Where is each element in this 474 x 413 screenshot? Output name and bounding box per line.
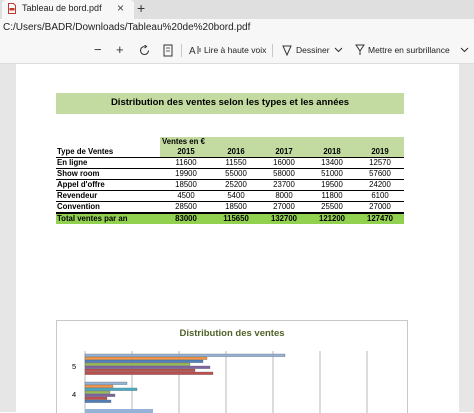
bar-category-4-5 <box>84 396 108 400</box>
browser-tab-bar: Tableau de bord.pdf × + <box>0 0 474 19</box>
bar-category-4-4 <box>84 393 116 397</box>
cell: 13400 <box>308 157 356 169</box>
y-tick-label: 5 <box>72 362 77 371</box>
total-cell: 115650 <box>212 212 260 224</box>
year-header: 2019 <box>356 147 404 158</box>
total-cell: 121200 <box>308 212 356 224</box>
browser-tab[interactable]: Tableau de bord.pdf × <box>2 0 134 19</box>
table-row: Revendeur 4500 5400 8000 11800 6100 <box>56 190 404 202</box>
table-row: Convention 28500 18500 27000 25500 27000 <box>56 201 404 214</box>
highlight-icon[interactable] <box>355 44 365 56</box>
year-header: 2017 <box>260 147 308 158</box>
sales-table: Ventes en € Type de Ventes 2015 2016 201… <box>56 137 404 224</box>
row-label: Show room <box>56 168 160 180</box>
bar-category-4-0 <box>84 381 128 385</box>
year-header: 2018 <box>308 147 356 158</box>
chevron-down-icon[interactable] <box>460 47 469 53</box>
total-cell: 127470 <box>356 212 404 224</box>
read-aloud-button[interactable]: Lire à haute voix <box>204 45 266 55</box>
cell: 27000 <box>356 201 404 214</box>
cell: 11600 <box>160 157 212 169</box>
row-label: Convention <box>56 201 160 214</box>
cell: 6100 <box>356 190 404 202</box>
cell: 57600 <box>356 168 404 180</box>
fit-page-icon[interactable] <box>162 44 174 57</box>
bar-category-4-2 <box>84 387 138 391</box>
cell: 16000 <box>260 157 308 169</box>
new-tab-button[interactable]: + <box>137 0 145 17</box>
cell: 24200 <box>356 179 404 191</box>
highlight-button[interactable]: Mettre en surbrillance <box>368 45 450 55</box>
cell: 12570 <box>356 157 404 169</box>
table-year-row: Type de Ventes 2015 2016 2017 2018 2019 <box>56 147 404 158</box>
cell: 25200 <box>212 179 260 191</box>
cell: 8000 <box>260 190 308 202</box>
unit-header: Ventes en € <box>160 137 212 147</box>
table-row: En ligne 11600 11550 16000 13400 12570 <box>56 157 404 169</box>
document-title: Distribution des ventes selon les types … <box>110 97 350 108</box>
bar-category-5-2 <box>84 359 204 363</box>
cell: 19500 <box>308 179 356 191</box>
bar-category-5-5 <box>84 368 196 372</box>
cell: 18500 <box>160 179 212 191</box>
chart-plot <box>84 351 368 413</box>
bar-category-5-3 <box>84 362 191 366</box>
bar-category-5-0 <box>84 353 286 357</box>
table-header-row: Ventes en € <box>56 137 404 147</box>
tab-title: Tableau de bord.pdf <box>22 3 102 13</box>
draw-button[interactable]: Dessiner <box>296 45 330 55</box>
cell: 11800 <box>308 190 356 202</box>
bar-category-4-1 <box>84 384 114 388</box>
toolbar-divider <box>272 44 273 57</box>
cell: 11550 <box>212 157 260 169</box>
table-row: Show room 19900 55000 58000 51000 57600 <box>56 168 404 180</box>
svg-text:A: A <box>189 46 196 56</box>
bar-category-4-3 <box>84 390 111 394</box>
y-tick-label: 4 <box>72 390 77 399</box>
zoom-in-icon[interactable]: + <box>116 42 124 58</box>
draw-icon[interactable] <box>282 45 292 56</box>
table-row: Appel d'offre 18500 25200 23700 19500 24… <box>56 179 404 191</box>
total-cell: 132700 <box>260 212 308 224</box>
bar-category-5-6 <box>84 371 214 375</box>
pdf-file-icon <box>8 3 16 14</box>
cell: 58000 <box>260 168 308 180</box>
cell: 27000 <box>260 201 308 214</box>
bar-category-4-6 <box>84 399 112 403</box>
table-total-row: Total ventes par an 83000 115650 132700 … <box>56 212 404 224</box>
cell: 18500 <box>212 201 260 214</box>
cell: 23700 <box>260 179 308 191</box>
year-header: 2016 <box>212 147 260 158</box>
address-bar[interactable]: C:/Users/BADR/Downloads/Tableau%20de%20b… <box>0 19 474 38</box>
cell: 28500 <box>160 201 212 214</box>
cell: 51000 <box>308 168 356 180</box>
chevron-down-icon[interactable] <box>334 47 343 53</box>
read-aloud-icon[interactable]: A <box>189 44 201 56</box>
cell: 55000 <box>212 168 260 180</box>
row-label: En ligne <box>56 157 160 169</box>
document-title-banner: Distribution des ventes selon les types … <box>56 93 404 114</box>
bar-chart: Distribution des ventes 5 4 <box>56 320 408 413</box>
pdf-toolbar: − + A Lire à haute voix Dessiner Mettre … <box>0 38 474 64</box>
cell: 5400 <box>212 190 260 202</box>
row-label: Appel d'offre <box>56 179 160 191</box>
address-text[interactable]: C:/Users/BADR/Downloads/Tableau%20de%20b… <box>3 22 250 33</box>
row-label: Revendeur <box>56 190 160 202</box>
row-header: Type de Ventes <box>56 147 160 158</box>
cell: 4500 <box>160 190 212 202</box>
zoom-out-icon[interactable]: − <box>94 42 102 58</box>
total-label: Total ventes par an <box>56 212 160 224</box>
close-tab-icon[interactable]: × <box>117 1 124 15</box>
year-header: 2015 <box>160 147 212 158</box>
toolbar-divider <box>181 44 182 57</box>
bar-category-5-4 <box>84 365 211 369</box>
cell: 19900 <box>160 168 212 180</box>
bar-category-5-1 <box>84 356 208 360</box>
cell: 25500 <box>308 201 356 214</box>
bar-category-3-0 <box>85 409 153 413</box>
total-cell: 83000 <box>160 212 212 224</box>
rotate-icon[interactable] <box>139 45 150 56</box>
